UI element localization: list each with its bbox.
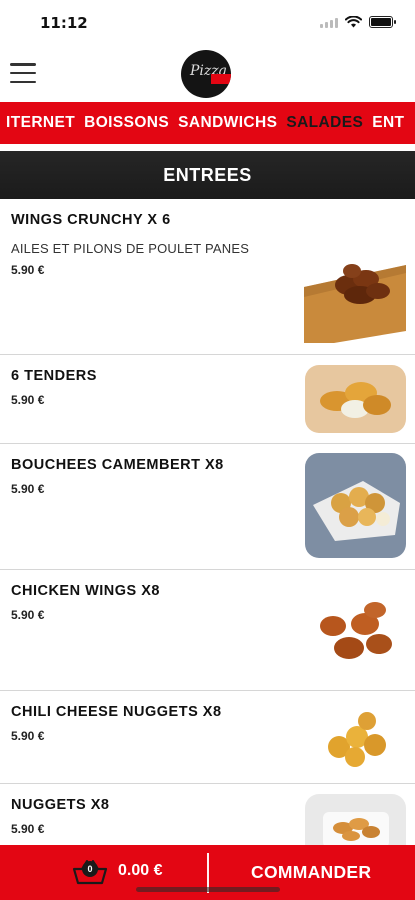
- cellular-signal-icon: [320, 17, 338, 28]
- tab-sandwichs[interactable]: SANDWICHS: [178, 114, 277, 132]
- cart-button[interactable]: 0 0.00 €: [72, 857, 162, 885]
- product-name: CHILI CHEESE NUGGETS X8: [11, 704, 222, 720]
- section-title: ENTREES: [163, 164, 252, 185]
- bottom-bar: 0 0.00 € COMMANDER: [0, 845, 415, 900]
- product-price: 5.90 €: [11, 482, 45, 496]
- category-tabs: ITERNET BOISSONS SANDWICHS SALADES ENT: [0, 102, 415, 144]
- product-price: 5.90 €: [11, 608, 45, 622]
- tenders-image: [305, 365, 406, 433]
- hamburger-menu-icon[interactable]: [10, 63, 36, 83]
- product-description: AILES ET PILONS DE POULET PANES: [11, 241, 250, 256]
- app-header: Pizza: [0, 44, 415, 102]
- basket-icon: 0: [72, 857, 108, 885]
- product-name: NUGGETS X8: [11, 797, 110, 813]
- product-name: CHICKEN WINGS X8: [11, 583, 160, 599]
- wifi-icon: [345, 16, 362, 28]
- nuggets-image: [305, 794, 406, 845]
- cart-count-badge: 0: [82, 861, 98, 877]
- tab-entrees[interactable]: ENT: [372, 114, 404, 132]
- product-row[interactable]: NUGGETS X8 5.90 €: [0, 784, 415, 845]
- product-row[interactable]: BOUCHEES CAMEMBERT X8 5.90 €: [0, 444, 415, 570]
- camembert-bites-image: [305, 453, 406, 558]
- wings-crunchy-image: [304, 251, 406, 343]
- chicken-wings-image: [305, 590, 406, 680]
- chili-cheese-nuggets-image: [305, 703, 406, 775]
- product-list: WINGS CRUNCHY X 6 AILES ET PILONS DE POU…: [0, 199, 415, 845]
- product-price: 5.90 €: [11, 393, 45, 407]
- product-price: 5.90 €: [11, 263, 45, 277]
- order-button[interactable]: COMMANDER: [251, 862, 371, 883]
- product-row[interactable]: CHICKEN WINGS X8 5.90 €: [0, 570, 415, 691]
- status-time: 11:12: [40, 14, 88, 32]
- brand-logo[interactable]: Pizza: [181, 50, 231, 98]
- cart-total: 0.00 €: [118, 862, 163, 879]
- status-bar: 11:12: [0, 0, 415, 44]
- product-row[interactable]: 6 TENDERS 5.90 €: [0, 355, 415, 444]
- tab-iternet[interactable]: ITERNET: [6, 114, 75, 132]
- product-price: 5.90 €: [11, 822, 45, 836]
- product-name: 6 TENDERS: [11, 368, 97, 384]
- product-price: 5.90 €: [11, 729, 45, 743]
- section-header: ENTREES: [0, 151, 415, 199]
- battery-icon: [369, 16, 396, 28]
- tab-salades[interactable]: SALADES: [286, 114, 363, 132]
- product-row[interactable]: CHILI CHEESE NUGGETS X8 5.90 €: [0, 691, 415, 784]
- status-icons: [320, 16, 396, 28]
- product-name: BOUCHEES CAMEMBERT X8: [11, 457, 224, 473]
- product-name: WINGS CRUNCHY X 6: [11, 212, 171, 228]
- product-row[interactable]: WINGS CRUNCHY X 6 AILES ET PILONS DE POU…: [0, 199, 415, 355]
- tab-boissons[interactable]: BOISSONS: [84, 114, 169, 132]
- home-indicator: [136, 887, 280, 892]
